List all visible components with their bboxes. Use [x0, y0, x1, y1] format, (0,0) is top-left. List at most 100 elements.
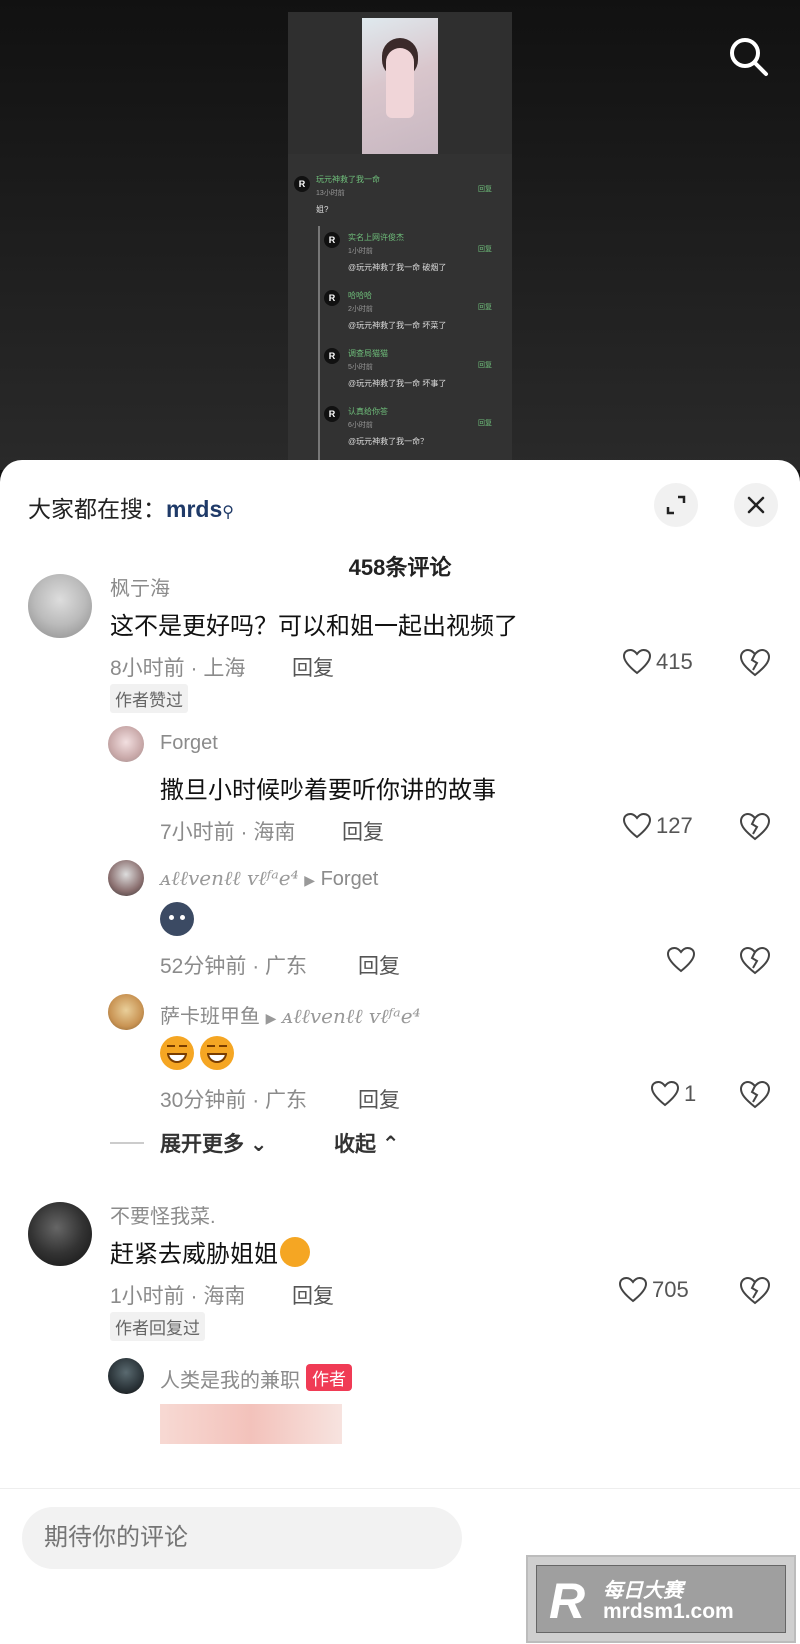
like-button[interactable]: 705 [618, 1276, 689, 1304]
embedded-text: 姐? [316, 205, 329, 214]
dislike-button[interactable] [738, 1274, 772, 1308]
watermark-logo: R [549, 1573, 586, 1629]
reply-image[interactable] [160, 1404, 342, 1444]
embedded-reply: 回复 [478, 186, 492, 193]
blue-face-emoji-icon [160, 902, 194, 936]
embedded-time: 5小时前 [348, 364, 373, 371]
embedded-avatar: R [294, 176, 310, 192]
like-button[interactable] [666, 946, 700, 974]
avatar[interactable] [28, 574, 92, 638]
embedded-time: 6小时前 [348, 422, 373, 429]
expand-more-label: 展开更多 [160, 1133, 244, 1156]
embedded-time: 2小时前 [348, 306, 373, 313]
embedded-screenshot: R 玩元神救了我一命 13小时前 姐? 回复 R 实名上网许俊杰 1小时前 @玩… [288, 12, 512, 470]
reply-username[interactable]: 人类是我的兼职 [160, 1370, 300, 1392]
search-button[interactable] [724, 32, 774, 82]
dislike-button[interactable] [738, 646, 772, 680]
comment-text-line: 赶紧去威胁姐姐 [110, 1234, 310, 1269]
dislike-button[interactable] [738, 810, 772, 844]
watermark-frame: R 每日大赛 mrdsm1.com [536, 1565, 786, 1633]
hot-search-keyword[interactable]: mrds [166, 496, 222, 522]
embedded-reply: 回复 [478, 420, 492, 427]
reply-button[interactable]: 回复 [292, 1280, 334, 1310]
embedded-username: 哈哈哈 [348, 291, 372, 300]
comment-text: 赶紧去威胁姐姐 [110, 1241, 278, 1268]
small-search-icon: ⚲ [222, 504, 234, 521]
avatar[interactable] [108, 726, 144, 762]
like-count: 705 [652, 1277, 689, 1302]
embedded-thread-line [318, 226, 320, 466]
broken-heart-icon [739, 946, 771, 975]
comment-sheet: 大家都在搜：mrds⚲ 458条评论 枫亍海 这不是更好吗？可以和姐一起出视频了… [0, 460, 800, 1644]
reply-arrow-icon: ▶ [265, 1010, 277, 1026]
heart-icon [622, 812, 652, 839]
reply-arrow-icon: ▶ [304, 872, 315, 888]
like-count: 415 [656, 649, 693, 674]
collapse-label: 收起 [334, 1133, 376, 1156]
reply-target[interactable]: Forget [321, 868, 379, 890]
reply-button[interactable]: 回复 [292, 652, 334, 682]
dislike-button[interactable] [738, 944, 772, 978]
embedded-username: 调查局猫猫 [348, 349, 388, 358]
chevron-up-icon: ⌃ [381, 1133, 400, 1156]
embedded-text: @玩元神救了我一命 坏菜了 [348, 321, 447, 330]
reply-text: 撒旦小时候吵着要听你讲的故事 [160, 777, 496, 804]
comment-meta: 8小时前 · 上海 [110, 657, 246, 680]
heart-icon [618, 1276, 648, 1303]
comment-username[interactable]: 不要怪我菜. [110, 1200, 216, 1229]
embedded-username: 认真给你答 [348, 407, 388, 416]
reply-target[interactable]: ᴀℓℓvenℓℓ ᴠℓᶠᵃe⁴ [282, 1004, 421, 1028]
like-button[interactable]: 127 [622, 812, 693, 840]
reply-username[interactable]: Forget [160, 732, 218, 755]
comment-input[interactable] [22, 1507, 462, 1569]
expand-more-button[interactable]: 展开更多 ⌄ [160, 1128, 267, 1158]
grinning-emoji-icon [200, 1036, 234, 1070]
bottom-input-bar: R 每日大赛 mrdsm1.com [0, 1488, 800, 1644]
like-button[interactable]: 415 [622, 648, 693, 676]
reply-button[interactable]: 回复 [342, 816, 384, 846]
like-button[interactable]: 1 [650, 1080, 696, 1108]
embedded-avatar: R [324, 348, 340, 364]
expand-icon [666, 495, 686, 515]
author-liked-tag: 作者赞过 [110, 684, 188, 713]
reply-meta: 52分钟前 · 广东 [160, 955, 308, 978]
heart-icon [650, 1080, 680, 1107]
author-replied-tag: 作者回复过 [110, 1312, 205, 1341]
grinning-emoji-icon [160, 1036, 194, 1070]
embedded-reply: 回复 [478, 304, 492, 311]
broken-heart-icon [739, 1080, 771, 1109]
comment-text: 这不是更好吗？可以和姐一起出视频了 [110, 613, 518, 640]
reply-button[interactable]: 回复 [358, 1084, 400, 1114]
embedded-username: 实名上网许俊杰 [348, 233, 404, 242]
embedded-reply: 回复 [478, 246, 492, 253]
dislike-button[interactable] [738, 1078, 772, 1112]
collapse-button[interactable]: 收起 ⌃ [334, 1128, 399, 1158]
embedded-reply: 回复 [478, 362, 492, 369]
watermark-url: mrdsm1.com [603, 1600, 734, 1623]
avatar[interactable] [108, 860, 144, 896]
heart-icon [622, 648, 652, 675]
watermark-title: 每日大赛 [603, 1580, 683, 1602]
close-button[interactable] [734, 483, 778, 527]
reply-meta: 7小时前 · 海南 [160, 821, 296, 844]
embedded-text: @玩元神救了我一命 坏事了 [348, 379, 447, 388]
reply-username[interactable]: 萨卡班甲鱼 [160, 1006, 260, 1028]
embedded-text: @玩元神救了我一命 破烟了 [348, 263, 447, 272]
reply-button[interactable]: 回复 [358, 950, 400, 980]
broken-heart-icon [739, 1276, 771, 1305]
author-badge: 作者 [306, 1364, 352, 1391]
embedded-avatar: R [324, 406, 340, 422]
embedded-avatar: R [324, 232, 340, 248]
avatar[interactable] [108, 994, 144, 1030]
avatar[interactable] [28, 1202, 92, 1266]
avatar[interactable] [108, 1358, 144, 1394]
heart-icon [666, 946, 696, 973]
hot-search-bar[interactable]: 大家都在搜：mrds⚲ [28, 490, 234, 524]
reply-username[interactable]: ᴀℓℓvenℓℓ ᴠℓᶠᵃe⁴ [160, 866, 299, 890]
watermark: R 每日大赛 mrdsm1.com [526, 1555, 796, 1643]
comment-username[interactable]: 枫亍海 [110, 572, 170, 601]
embedded-time: 1小时前 [348, 248, 373, 255]
reply-meta: 30分钟前 · 广东 [160, 1089, 308, 1112]
expand-button[interactable] [654, 483, 698, 527]
reply-user-line: 人类是我的兼职 作者 [160, 1364, 352, 1393]
